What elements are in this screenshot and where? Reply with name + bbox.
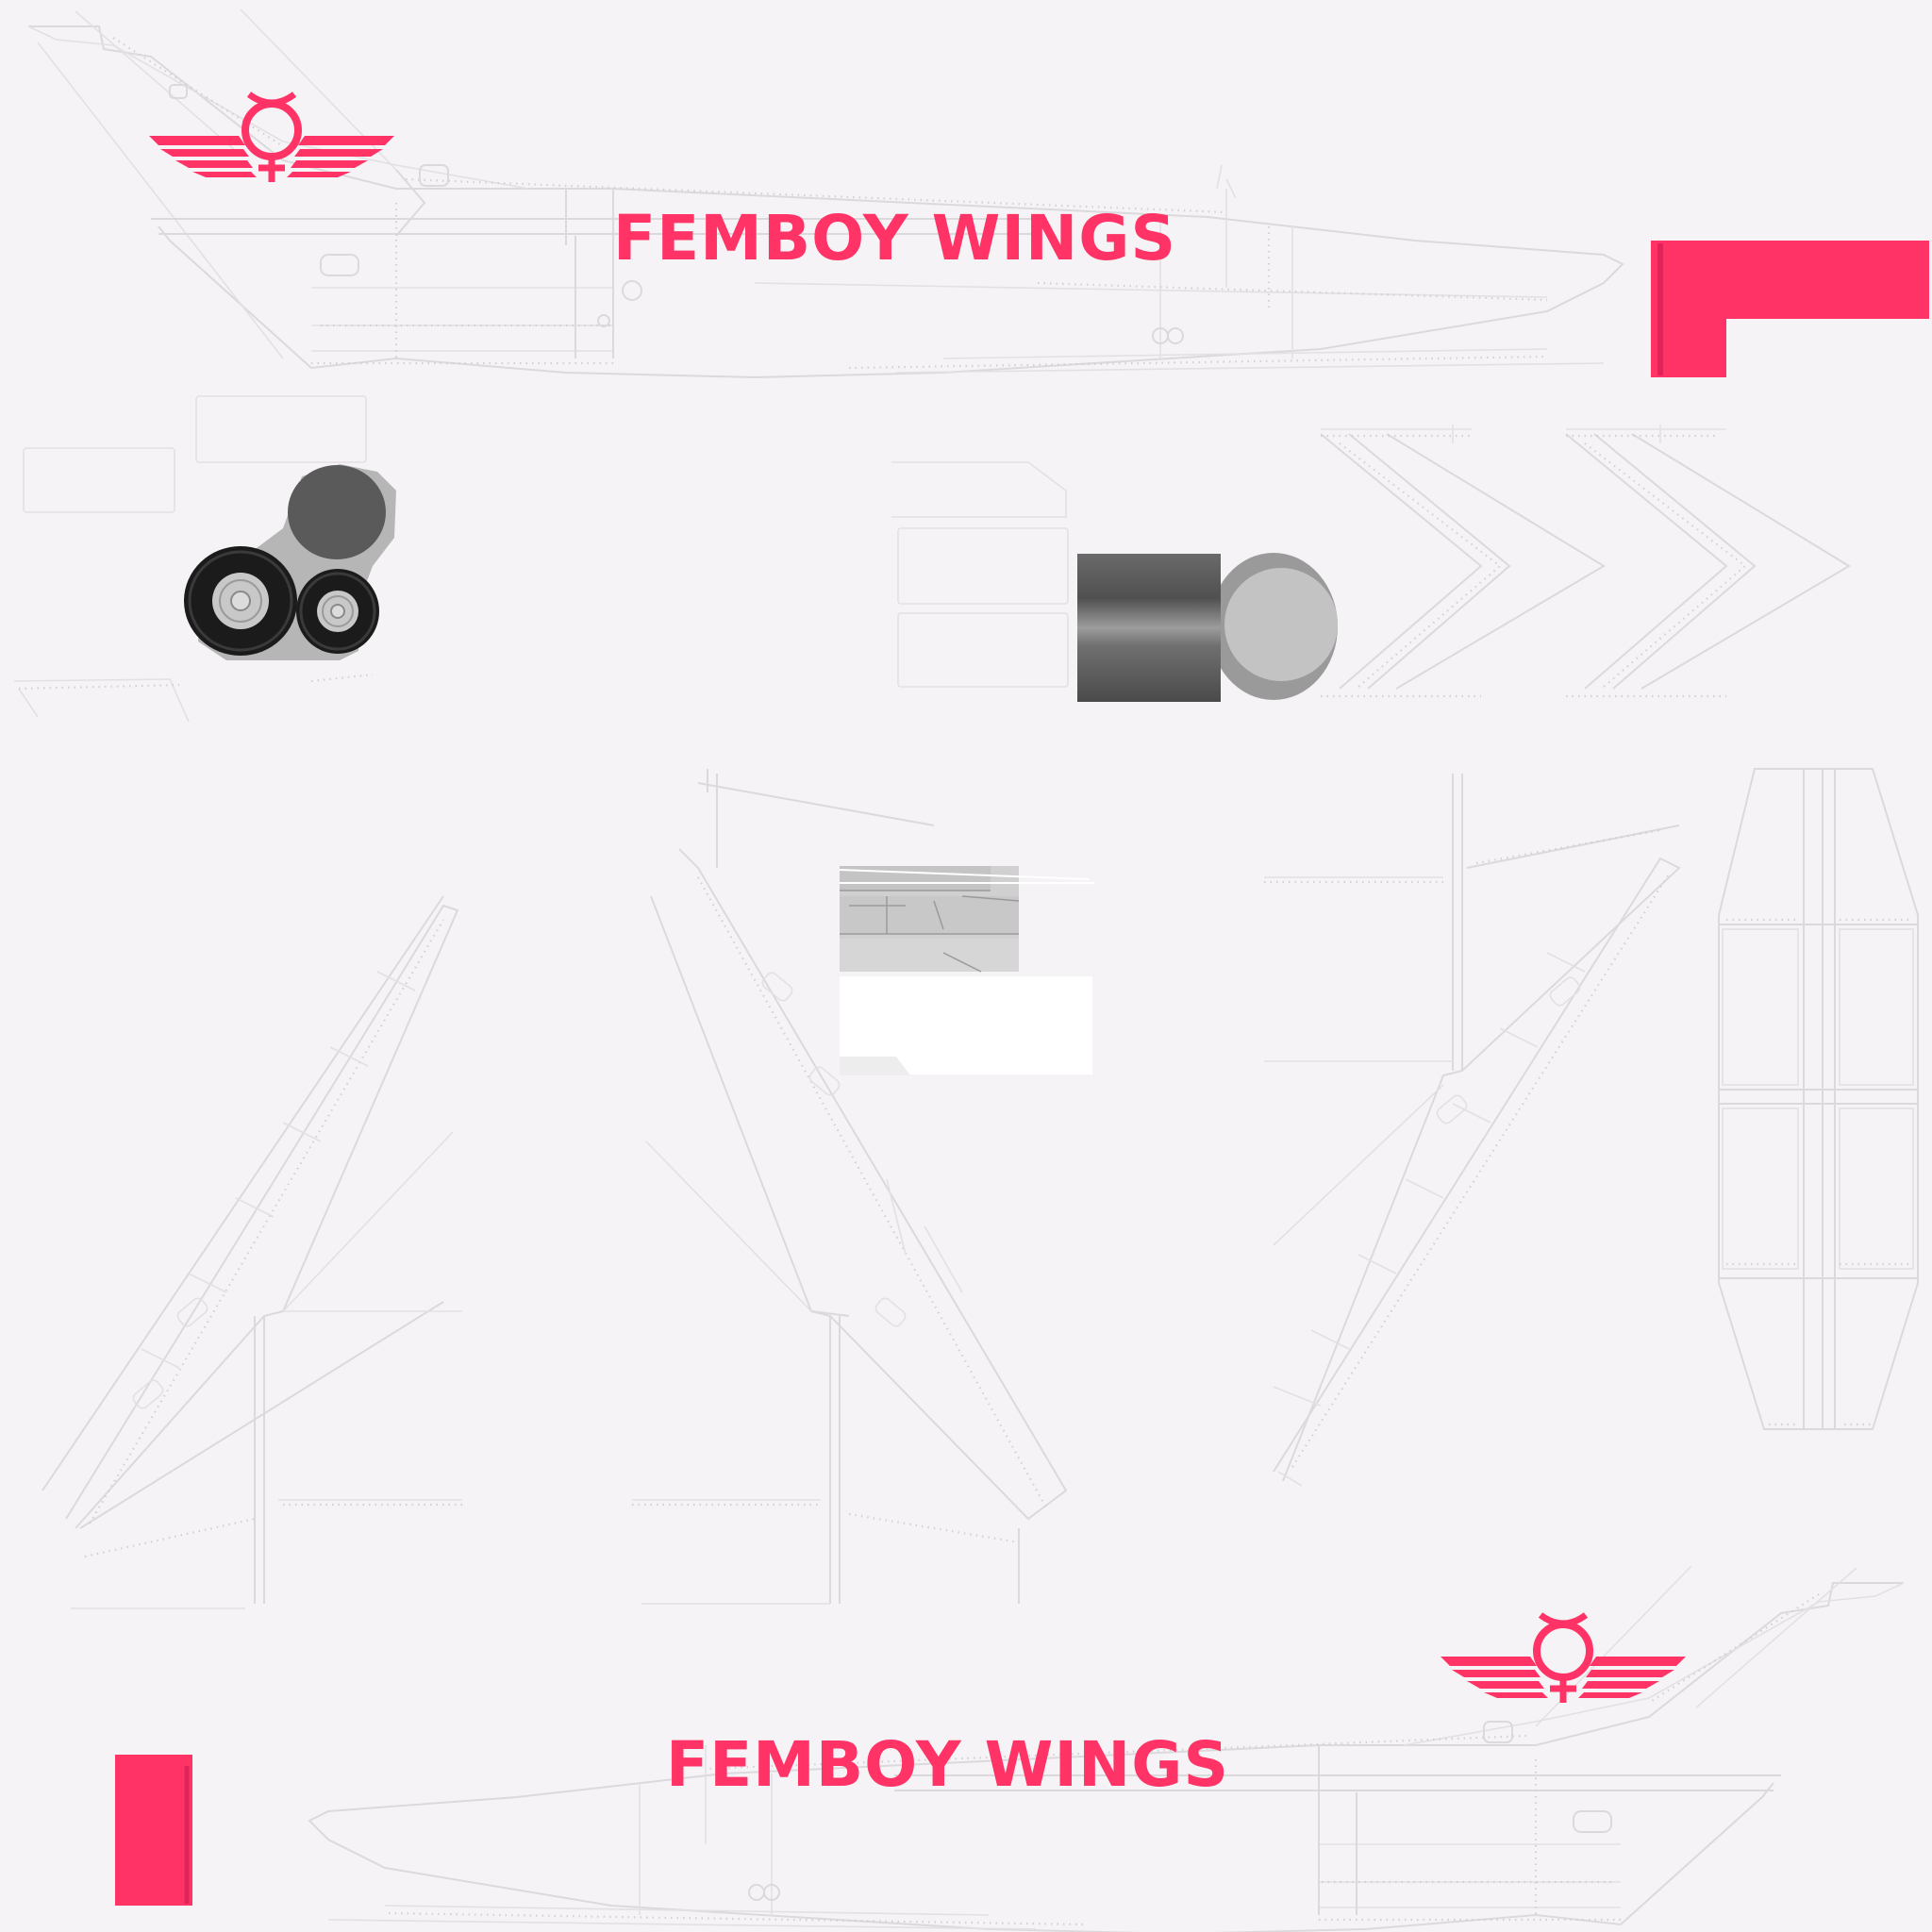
wing-right-outline	[1264, 774, 1681, 1487]
fuselage-top-outline	[27, 8, 1624, 379]
wing-left-outline	[42, 895, 462, 1609]
winged-circle-emblem-icon	[1441, 1612, 1686, 1703]
brand-stripe-bottom	[115, 1755, 192, 1906]
center-detail-patch	[839, 866, 1094, 1075]
airline-name-bottom: FEMBOY WINGS	[666, 1728, 1229, 1801]
landing-gear-wheels-icon	[184, 464, 396, 660]
tail-outline	[1718, 768, 1919, 1430]
stabilizer-chevrons	[1320, 425, 1851, 698]
engine-nacelle-icon	[1077, 553, 1338, 702]
airline-name-top: FEMBOY WINGS	[613, 202, 1176, 275]
texture-sheet	[13, 8, 1929, 1932]
panel-boxes	[13, 395, 1069, 723]
brand-stripe-top	[1651, 241, 1929, 377]
